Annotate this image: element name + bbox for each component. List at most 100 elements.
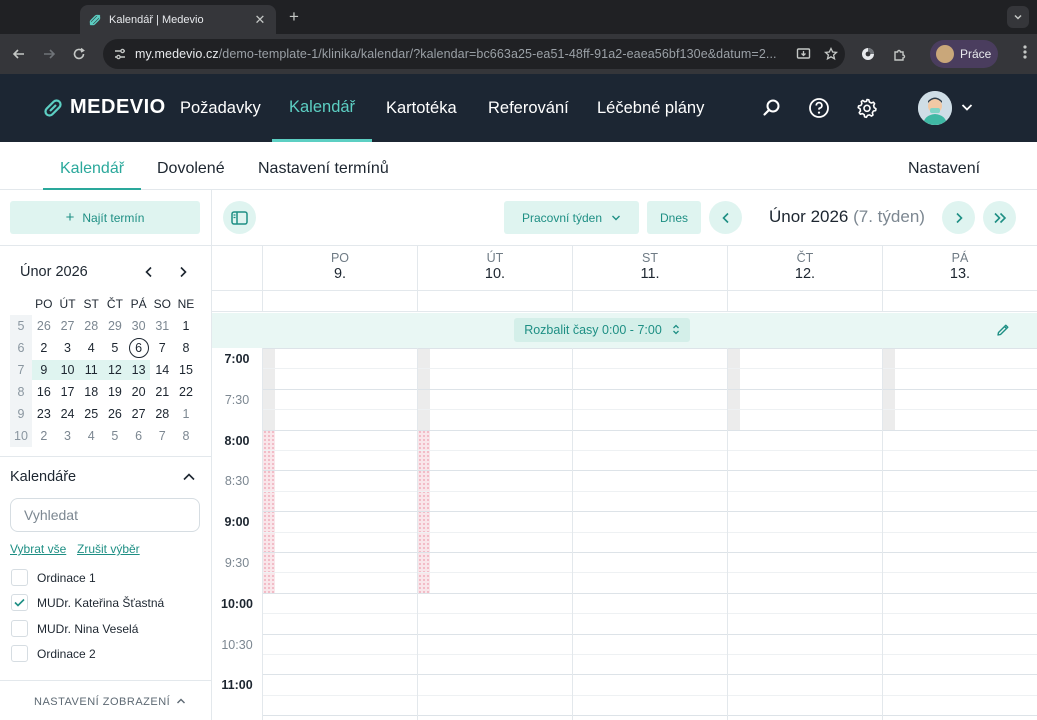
forward-arrow-icon[interactable] — [38, 43, 60, 65]
mini-calendar-day[interactable]: 22 — [174, 382, 198, 402]
mini-calendar-day[interactable]: 3 — [56, 426, 80, 446]
view-select[interactable]: Pracovní týden — [504, 201, 639, 234]
mini-calendar-prev-icon[interactable] — [141, 264, 157, 280]
mini-calendar-day[interactable]: 13 — [126, 360, 151, 380]
checkbox[interactable] — [11, 569, 28, 586]
nav-kartoteka[interactable]: Kartotéka — [386, 74, 457, 142]
expand-hours-button[interactable]: Rozbalit časy 0:00 - 7:00 — [514, 318, 690, 342]
next-week-icon[interactable] — [942, 201, 975, 234]
mini-calendar-next-icon[interactable] — [175, 264, 191, 280]
mini-calendar-day[interactable]: 15 — [174, 360, 198, 380]
mini-calendar-day[interactable]: 29 — [103, 316, 127, 336]
mini-calendar-day[interactable]: 10 — [55, 360, 80, 380]
mini-calendar-day[interactable]: 6 — [127, 338, 151, 358]
tab-dovolene[interactable]: Dovolené — [157, 142, 225, 190]
mini-calendar-day[interactable]: 5 — [103, 338, 127, 358]
mini-calendar-day[interactable]: 27 — [56, 316, 80, 336]
mini-calendar-day[interactable]: 17 — [56, 382, 80, 402]
calendar-time-grid[interactable]: 7:00 7:30 8:00 8:30 9:00 9:30 10:00 10:30 11:00 — [212, 348, 1037, 720]
week-number[interactable]: 5 — [10, 315, 32, 337]
mini-calendar-day[interactable]: 26 — [32, 316, 56, 336]
mini-calendar-day[interactable]: 27 — [127, 404, 151, 424]
mini-calendar-day[interactable]: 4 — [79, 338, 103, 358]
reload-icon[interactable] — [68, 43, 90, 65]
site-settings-icon[interactable] — [105, 47, 135, 61]
calendar-checkbox-row[interactable]: Ordinace 2 — [11, 645, 96, 662]
checkbox[interactable] — [11, 620, 28, 637]
mini-calendar-day[interactable]: 12 — [103, 360, 127, 380]
nav-pozadavky[interactable]: Požadavky — [180, 74, 261, 142]
tab-kalendar[interactable]: Kalendář — [43, 142, 142, 190]
mini-calendar-day[interactable]: 7 — [150, 338, 174, 358]
day-header[interactable]: ÚT 10. — [417, 246, 572, 292]
browser-profile-chip[interactable]: Práce — [930, 40, 998, 68]
week-number[interactable]: 10 — [10, 425, 32, 447]
user-avatar[interactable] — [918, 91, 952, 125]
week-number[interactable]: 8 — [10, 381, 32, 403]
help-icon[interactable] — [807, 96, 831, 120]
mini-calendar-day[interactable]: 14 — [150, 360, 174, 380]
nav-lecebne-plany[interactable]: Léčebné plány — [597, 74, 704, 142]
all-day-cell[interactable] — [882, 291, 1037, 312]
day-header[interactable]: PÁ 13. — [882, 246, 1037, 292]
mini-calendar-day[interactable]: 3 — [56, 338, 80, 358]
install-app-icon[interactable] — [789, 47, 817, 61]
mini-calendar-day[interactable]: 2 — [32, 338, 56, 358]
week-number[interactable]: 7 — [10, 359, 32, 381]
jump-forward-double-chevron-icon[interactable] — [983, 201, 1016, 234]
mini-calendar-day[interactable]: 1 — [174, 404, 198, 424]
address-bar[interactable]: my.medevio.cz/demo-template-1/klinika/ka… — [103, 39, 845, 69]
search-icon[interactable] — [760, 96, 784, 120]
bookmark-star-icon[interactable] — [817, 47, 845, 61]
toggle-sidebar-icon[interactable] — [223, 201, 256, 234]
mini-calendar-day[interactable]: 19 — [103, 382, 127, 402]
mini-calendar-day[interactable]: 26 — [103, 404, 127, 424]
mini-calendar-day[interactable]: 1 — [174, 316, 198, 336]
all-day-cell[interactable] — [727, 291, 882, 312]
nav-kalendar[interactable]: Kalendář — [272, 74, 373, 142]
all-day-cell[interactable] — [417, 291, 572, 312]
checkbox[interactable] — [11, 645, 28, 662]
mini-calendar-day[interactable]: 8 — [174, 338, 198, 358]
all-day-cell[interactable] — [262, 291, 417, 312]
prev-week-icon[interactable] — [709, 201, 742, 234]
display-settings-toggle[interactable]: NASTAVENÍ ZOBRAZENÍ — [34, 696, 186, 708]
mini-calendar-day[interactable]: 21 — [150, 382, 174, 402]
user-menu-chevron-down-icon[interactable] — [960, 100, 974, 119]
close-tab-icon[interactable]: ✕ — [252, 12, 268, 28]
find-slot-button[interactable]: + Najít termín — [10, 201, 200, 234]
mini-calendar-day[interactable]: 9 — [32, 360, 56, 380]
extensions-puzzle-icon[interactable] — [888, 43, 910, 65]
mini-calendar-day[interactable]: 18 — [79, 382, 103, 402]
mini-calendar-day[interactable]: 30 — [127, 316, 151, 336]
tab-search-icon[interactable] — [1007, 6, 1029, 28]
mini-calendar-day[interactable]: 25 — [79, 404, 103, 424]
pencil-edit-icon[interactable] — [996, 323, 1010, 342]
mini-calendar-day[interactable]: 4 — [79, 426, 103, 446]
day-header[interactable]: ČT 12. — [727, 246, 882, 292]
mini-calendar-day[interactable]: 28 — [150, 404, 174, 424]
select-all-link[interactable]: Vybrat vše — [10, 542, 66, 556]
clear-selection-link[interactable]: Zrušit výběr — [77, 542, 140, 556]
mini-calendar-day[interactable]: 8 — [174, 426, 198, 446]
chevron-up-icon[interactable] — [182, 470, 196, 489]
new-tab-icon[interactable]: + — [285, 7, 303, 27]
back-arrow-icon[interactable] — [8, 43, 30, 65]
calendar-checkbox-row[interactable]: MUDr. Nina Veselá — [11, 620, 138, 637]
mini-calendar-day[interactable]: 24 — [56, 404, 80, 424]
mini-calendar-day[interactable]: 28 — [79, 316, 103, 336]
mini-calendar-day[interactable]: 20 — [127, 382, 151, 402]
checkbox-checked[interactable] — [11, 594, 28, 611]
mini-calendar-day[interactable]: 11 — [79, 360, 104, 380]
calendar-checkbox-row[interactable]: MUDr. Kateřina Šťastná — [11, 594, 164, 611]
day-header[interactable]: ST 11. — [572, 246, 727, 292]
mini-calendar-day[interactable]: 5 — [103, 426, 127, 446]
week-number[interactable]: 6 — [10, 337, 32, 359]
browser-menu-icon[interactable] — [1023, 44, 1027, 65]
nav-referovani[interactable]: Referování — [488, 74, 569, 142]
extension-colorful-icon[interactable] — [857, 43, 879, 65]
mini-calendar-day[interactable]: 2 — [32, 426, 56, 446]
calendar-checkbox-row[interactable]: Ordinace 1 — [11, 569, 96, 586]
day-header[interactable]: PO 9. — [262, 246, 417, 292]
today-button[interactable]: Dnes — [647, 201, 701, 234]
